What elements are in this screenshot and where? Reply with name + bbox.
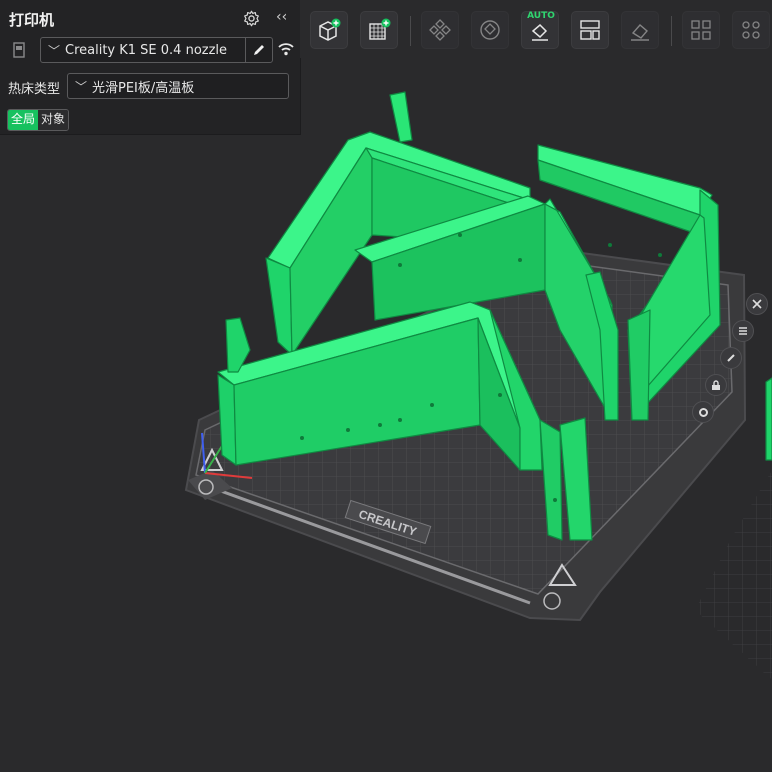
brush-icon	[727, 354, 735, 362]
printer-name: Creality K1 SE 0.4 nozzle	[65, 42, 228, 58]
chevron-down-icon: ﹀	[47, 43, 60, 58]
toggle-global[interactable]: 全局	[8, 110, 39, 130]
toggle-object[interactable]: 对象	[38, 110, 69, 130]
printer-panel: 打印机 ‹‹ ﹀ Creality K1 SE 0.4 nozzle 热床类型 …	[0, 0, 301, 135]
collapse-panel-button[interactable]: ‹‹	[276, 9, 287, 25]
printer-select[interactable]: ﹀ Creality K1 SE 0.4 nozzle	[40, 37, 273, 63]
auto-orient-button[interactable]: AUTO	[521, 11, 559, 49]
top-toolbar: AUTO	[300, 0, 772, 58]
toolbar-separator	[410, 16, 411, 46]
paint-button[interactable]	[720, 347, 742, 369]
dots-icon	[742, 21, 760, 39]
second-plate	[695, 470, 772, 680]
lock-icon	[712, 379, 720, 390]
lock-button[interactable]	[705, 374, 727, 396]
gear-icon[interactable]	[243, 10, 260, 27]
orient-button[interactable]	[471, 11, 509, 49]
close-icon	[752, 299, 762, 309]
parts-icon	[691, 20, 711, 40]
wifi-icon[interactable]	[277, 41, 295, 57]
add-object-button[interactable]	[310, 11, 348, 49]
list-icon	[739, 327, 747, 335]
add-plate-button[interactable]	[360, 11, 398, 49]
arrange-button[interactable]	[421, 11, 459, 49]
toolbar-separator	[671, 16, 672, 46]
split-parts-button[interactable]	[682, 11, 720, 49]
edit-printer-button[interactable]	[245, 38, 272, 62]
split-button[interactable]	[621, 11, 659, 49]
bed-type-value: 光滑PEI板/高温板	[92, 80, 195, 96]
double-chevron-left-icon: ‹‹	[276, 9, 288, 25]
scope-toggle: 全局 对象	[7, 109, 70, 131]
cube-plus-icon	[319, 18, 341, 41]
object-list-button[interactable]	[732, 320, 754, 342]
close-view-button[interactable]	[746, 293, 768, 315]
gear-icon	[698, 407, 708, 417]
more-button[interactable]	[732, 11, 770, 49]
layout-icon	[580, 20, 600, 40]
bed-type-label: 热床类型	[8, 82, 61, 97]
plate-plus-icon	[369, 18, 391, 40]
panel-title: 打印机	[9, 11, 55, 29]
orient-icon	[480, 20, 500, 40]
chevron-down-icon: ﹀	[74, 79, 87, 94]
layout-button[interactable]	[571, 11, 609, 49]
split-icon	[631, 24, 649, 41]
settings-gizmo-button[interactable]	[692, 401, 714, 423]
printer-icon	[13, 42, 25, 58]
bed-type-select[interactable]: ﹀ 光滑PEI板/高温板	[67, 73, 289, 99]
pencil-icon	[254, 45, 264, 55]
auto-label: AUTO	[527, 11, 555, 21]
arrange-icon	[429, 19, 451, 41]
